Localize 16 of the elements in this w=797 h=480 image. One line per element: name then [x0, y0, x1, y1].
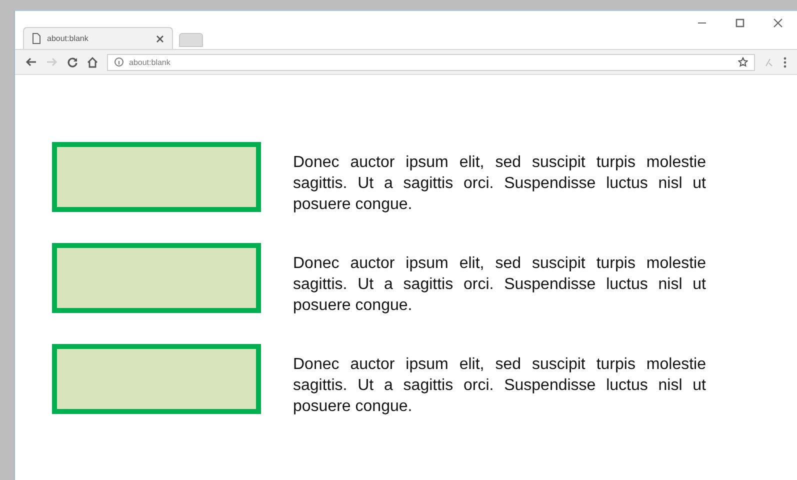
back-icon[interactable] — [25, 57, 37, 67]
tab-title: about:blank — [47, 34, 90, 43]
reload-icon[interactable] — [67, 56, 78, 68]
close-icon[interactable] — [773, 18, 783, 28]
star-icon[interactable] — [738, 57, 748, 67]
home-icon[interactable] — [87, 56, 98, 68]
address-bar[interactable]: about:blank — [107, 54, 755, 70]
menu-icon[interactable] — [783, 56, 787, 68]
maximize-icon[interactable] — [735, 18, 745, 28]
browser-tab[interactable]: about:blank — [23, 27, 173, 49]
paragraph: Donec auctor ipsum elit, sed suscipit turpis molestie sagittis. Ut a sagittis orci. Suspendisse luctus nisl ut posuere congue. — [293, 254, 706, 316]
paragraph: Donec auctor ipsum elit, sed suscipit turpis molestie sagittis. Ut a sagittis orci. Suspendisse luctus nisl ut posuere congue. — [293, 355, 706, 417]
close-icon[interactable] — [156, 34, 164, 42]
info-icon — [114, 57, 124, 67]
page-icon — [32, 33, 41, 44]
paragraph: Donec auctor ipsum elit, sed suscipit turpis molestie sagittis. Ut a sagittis orci. Suspendisse luctus nisl ut posuere congue. — [293, 153, 706, 215]
